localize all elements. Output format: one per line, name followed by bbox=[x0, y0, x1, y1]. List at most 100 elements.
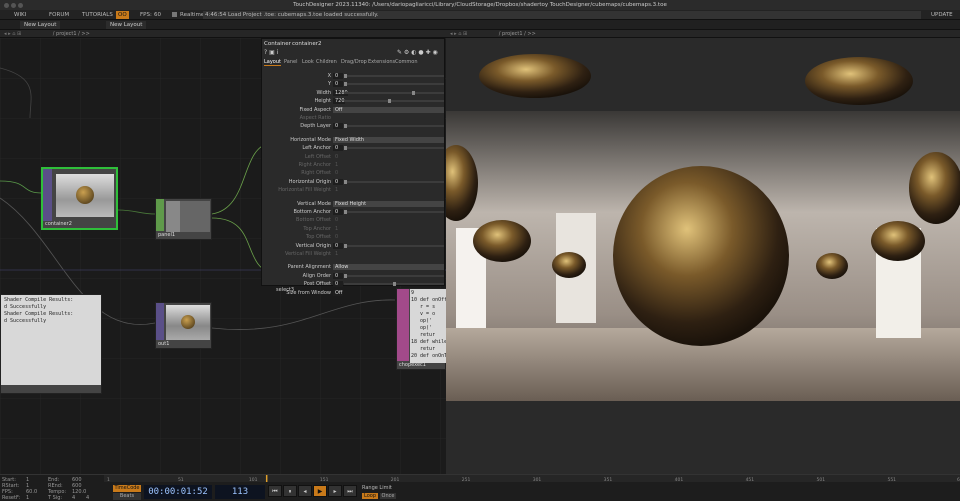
param-value[interactable]: Off bbox=[333, 289, 343, 296]
slider-knob[interactable] bbox=[344, 210, 347, 214]
beats-mode-button[interactable]: Beats bbox=[113, 493, 141, 500]
param-slider[interactable] bbox=[344, 243, 444, 248]
node-tool-strip[interactable] bbox=[156, 303, 164, 340]
node-tool-strip[interactable] bbox=[43, 169, 52, 221]
playhead[interactable] bbox=[265, 475, 268, 482]
render-viewer[interactable] bbox=[434, 38, 960, 474]
parameter-dialog[interactable]: Container container2 ? ▣ i ✎ ⚙ ◐ ● ✚ ◉ L… bbox=[261, 38, 445, 296]
minimize-window-button[interactable] bbox=[11, 3, 16, 8]
timeline-ruler[interactable]: 151101151201251301351401451501551600 bbox=[104, 475, 960, 483]
param-value: 0 bbox=[335, 153, 339, 160]
tab-new-layout-1[interactable]: New Layout bbox=[20, 21, 61, 29]
param-slider[interactable] bbox=[344, 210, 444, 214]
param-slider[interactable] bbox=[344, 82, 444, 87]
param-value[interactable]: 720 bbox=[333, 98, 345, 105]
resetf-value[interactable]: 1 bbox=[26, 495, 29, 501]
timecode-mode-button[interactable]: TimeCode bbox=[113, 485, 141, 492]
frame-display[interactable]: 113 bbox=[215, 485, 265, 499]
param-value[interactable]: 0 bbox=[333, 145, 343, 152]
param-slider[interactable] bbox=[344, 90, 444, 95]
network-path[interactable]: / project1 / >> bbox=[53, 31, 90, 37]
slider-knob[interactable] bbox=[344, 82, 347, 87]
param-value[interactable]: 0 bbox=[333, 242, 343, 249]
chopexec1-node[interactable]: 9 10 def onOff r = s v = o op(' op(' retu… bbox=[396, 288, 446, 370]
step-forward-icon[interactable]: ▸ bbox=[328, 485, 342, 497]
param-slider[interactable] bbox=[344, 124, 444, 129]
node-tool-strip[interactable] bbox=[156, 199, 164, 231]
slider-knob[interactable] bbox=[387, 99, 391, 104]
panel1-node[interactable]: panel1 bbox=[155, 198, 212, 240]
container2-node[interactable]: container2 bbox=[41, 167, 118, 230]
param-menu[interactable]: Allow bbox=[333, 264, 444, 271]
wiki-link[interactable]: WIKI bbox=[14, 11, 26, 19]
param-op-name[interactable]: container2 bbox=[292, 41, 322, 47]
param-value[interactable]: 0 bbox=[333, 178, 343, 185]
param-toolbar-icons[interactable]: ✎ ⚙ ◐ ● ✚ ◉ bbox=[397, 49, 438, 56]
play-icon[interactable]: ▶ bbox=[313, 485, 327, 497]
param-value: 1 bbox=[335, 251, 339, 257]
param-value[interactable]: 0 bbox=[333, 123, 343, 130]
oo-badge[interactable]: OO bbox=[116, 11, 129, 19]
step-back-icon[interactable]: ◂ bbox=[298, 485, 312, 497]
loop-button[interactable]: Loop bbox=[362, 493, 378, 499]
slider-knob[interactable] bbox=[344, 179, 347, 184]
once-button[interactable]: Once bbox=[380, 493, 396, 499]
param-tab-children[interactable]: Children bbox=[316, 59, 337, 65]
param-tab-look[interactable]: Look bbox=[302, 59, 314, 65]
param-menu[interactable]: Fixed Width bbox=[333, 136, 444, 143]
param-value bbox=[333, 115, 343, 121]
out1-node[interactable]: out1 bbox=[155, 302, 212, 349]
slider-knob[interactable] bbox=[344, 74, 347, 78]
node-tool-strip[interactable] bbox=[397, 289, 409, 361]
param-tab-panel[interactable]: Panel bbox=[284, 59, 298, 65]
param-value[interactable]: 0 bbox=[333, 272, 343, 279]
slider-knob[interactable] bbox=[344, 146, 347, 151]
close-window-button[interactable] bbox=[4, 3, 9, 8]
viewer-path[interactable]: / project1 / >> bbox=[499, 31, 536, 37]
param-slider[interactable] bbox=[344, 179, 444, 184]
param-label: Right Anchor bbox=[298, 162, 331, 168]
pause-icon[interactable]: ⏸ bbox=[283, 485, 297, 497]
param-value[interactable]: 0 bbox=[333, 209, 343, 215]
param-value[interactable]: 0 bbox=[333, 281, 343, 288]
shader-log-node[interactable]: Shader Compile Results: d Successfully Sha… bbox=[0, 294, 102, 394]
skip-end-icon[interactable]: ⏭ bbox=[343, 485, 357, 497]
param-tab-layout[interactable]: Layout bbox=[264, 59, 281, 66]
slider-knob[interactable] bbox=[344, 243, 347, 248]
param-op-type: Container bbox=[264, 41, 291, 47]
param-value[interactable]: 0 bbox=[333, 81, 343, 88]
tsig-value-b[interactable]: 4 bbox=[86, 495, 89, 501]
param-slider[interactable] bbox=[344, 74, 444, 78]
chopexec1-label: chopexec1 bbox=[399, 362, 426, 368]
param-slider[interactable] bbox=[344, 99, 444, 104]
param-tab-extensions[interactable]: Extensions bbox=[368, 59, 395, 65]
param-tab-dragdrop[interactable]: Drag/Drop bbox=[341, 59, 367, 65]
render-output bbox=[434, 54, 960, 474]
param-slider[interactable] bbox=[344, 273, 444, 278]
slider-knob[interactable] bbox=[392, 282, 396, 287]
param-menu[interactable]: Fixed Height bbox=[333, 200, 444, 207]
slider-knob[interactable] bbox=[344, 273, 347, 278]
param-slider[interactable] bbox=[344, 282, 444, 287]
zoom-window-button[interactable] bbox=[18, 3, 23, 8]
realtime-checkbox[interactable] bbox=[172, 12, 177, 17]
tutorials-link[interactable]: TUTORIALS bbox=[82, 11, 113, 19]
param-label: Depth Layer bbox=[300, 123, 331, 130]
param-slider[interactable] bbox=[344, 146, 444, 151]
tab-new-layout-2[interactable]: New Layout bbox=[106, 21, 147, 29]
slider-knob[interactable] bbox=[344, 124, 347, 129]
param-menu[interactable]: Off bbox=[333, 106, 444, 113]
update-button[interactable]: UPDATE bbox=[931, 11, 953, 19]
tsig-value-a[interactable]: 4 bbox=[72, 495, 75, 501]
skip-start-icon[interactable]: ⏮ bbox=[268, 485, 282, 497]
param-label: Horizontal Mode bbox=[290, 136, 331, 143]
timecode-display[interactable]: 00:00:01:52 bbox=[144, 485, 212, 499]
param-tab-common[interactable]: Common bbox=[395, 59, 418, 65]
param-value[interactable]: 0 bbox=[333, 73, 343, 79]
viewer-nav-icons[interactable]: ◂ ▸ ⌂ ⊞ bbox=[450, 31, 467, 37]
forum-link[interactable]: FORUM bbox=[49, 11, 69, 19]
slider-knob[interactable] bbox=[411, 90, 415, 95]
param-value: 1 bbox=[335, 187, 339, 194]
pane-nav-icons[interactable]: ◂ ▸ ⌂ ⊞ bbox=[4, 31, 21, 37]
help-icon[interactable]: ? ▣ i bbox=[264, 49, 278, 56]
